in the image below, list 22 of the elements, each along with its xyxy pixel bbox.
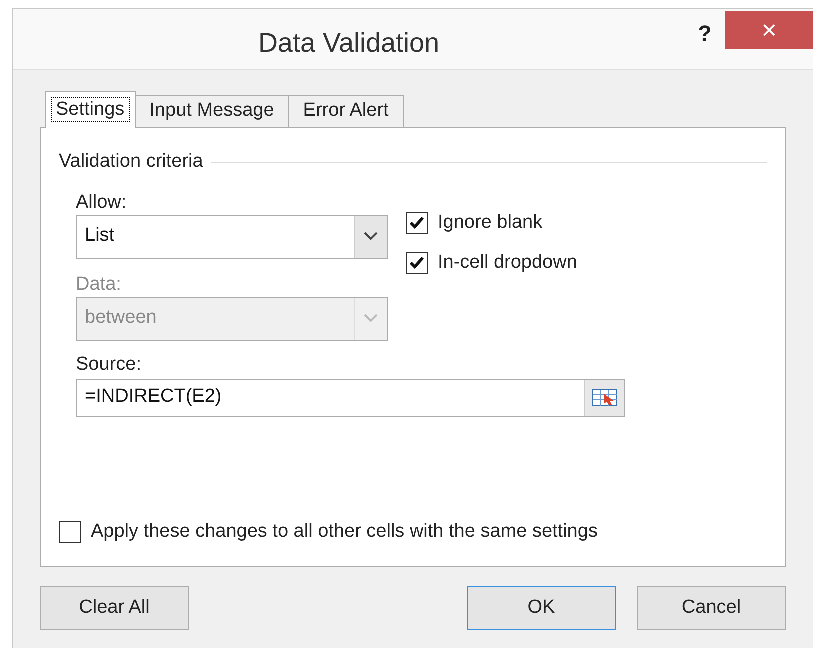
window-title: Data Validation — [258, 27, 440, 60]
checkbox[interactable] — [59, 520, 81, 543]
checkbox-label[interactable]: Ignore blank — [438, 208, 543, 237]
tab[interactable]: Error Alert — [288, 95, 404, 127]
allow-label: Allow: — [76, 190, 128, 214]
checkbox[interactable] — [406, 252, 428, 274]
dialog-button[interactable]: OK — [467, 586, 616, 630]
data-label: Data: — [76, 272, 122, 296]
source-field[interactable]: =INDIRECT(E2) — [76, 378, 625, 416]
checkbox[interactable] — [406, 212, 428, 234]
range-select-icon[interactable] — [584, 380, 624, 416]
checkbox-label[interactable]: Apply these changes to all other cells with the same settings — [91, 518, 598, 546]
dialog-button[interactable]: Clear All — [40, 586, 189, 630]
close-button[interactable]: × — [725, 11, 813, 49]
group-title: Validation criteria — [59, 150, 204, 174]
source-label: Source: — [76, 352, 142, 376]
chevron-down-icon[interactable] — [354, 216, 387, 258]
tab[interactable]: Settings — [45, 91, 136, 128]
checkbox-label[interactable]: In-cell dropdown — [438, 249, 578, 278]
allow-dropdown[interactable]: List — [76, 214, 388, 258]
dialog-button[interactable]: Cancel — [637, 586, 786, 630]
help-button[interactable]: ? — [685, 13, 725, 53]
